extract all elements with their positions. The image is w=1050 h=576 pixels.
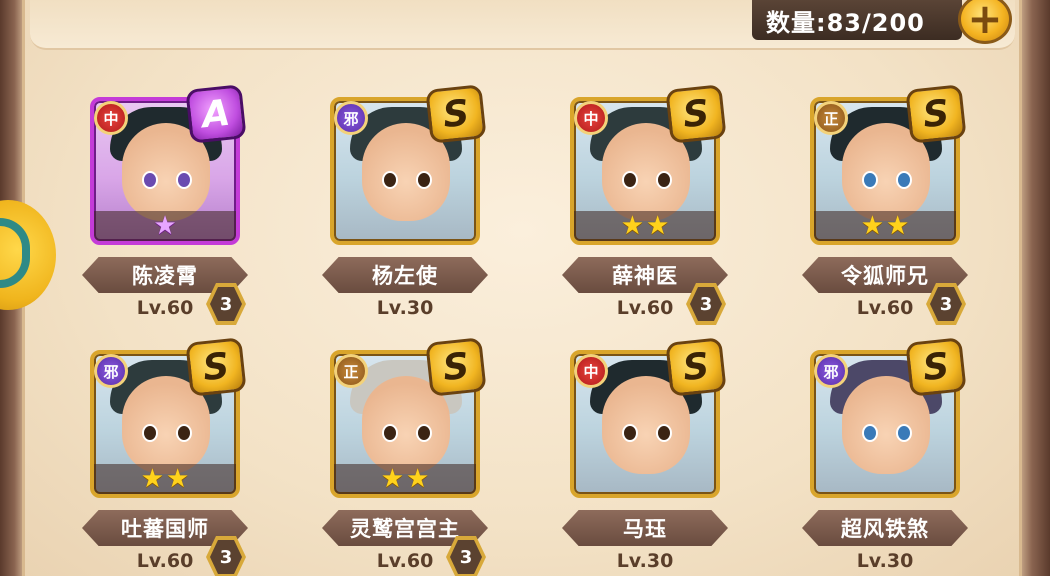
rank-badge: S — [665, 84, 727, 144]
hero-card[interactable]: ★ ★ 正 S 灵鹫宫宫主 Lv.60 3 — [322, 337, 502, 576]
quality-number: 3 — [690, 287, 722, 321]
hero-grid: ★ 中 A 陈凌霄 Lv.60 3 邪 S 杨左使 Lv.30 ★ ★ 中 S 薛神医 Lv.60 3 ★ ★ 正 S 令… — [0, 0, 1050, 576]
hero-eye — [862, 424, 878, 442]
star-icon: ★ — [620, 211, 644, 241]
star-rating: ★ — [94, 211, 236, 241]
hero-level: Lv.60 — [136, 550, 194, 572]
star-icon: ★ — [646, 211, 670, 241]
hero-eye — [416, 171, 432, 189]
star-rating: ★ ★ — [94, 464, 236, 494]
hero-level: Lv.30 — [376, 297, 434, 319]
hero-eye — [176, 424, 192, 442]
hero-eye — [896, 424, 912, 442]
hero-name: 杨左使 — [322, 257, 488, 293]
hero-eye — [416, 424, 432, 442]
quality-number: 3 — [210, 287, 242, 321]
rank-badge: S — [425, 337, 487, 397]
faction-badge: 邪 — [94, 354, 128, 388]
hero-eye — [622, 424, 638, 442]
hero-eye — [176, 171, 192, 189]
hero-level: Lv.60 — [616, 297, 674, 319]
hero-name: 马珏 — [562, 510, 728, 546]
hero-name: 超风铁煞 — [802, 510, 968, 546]
hero-eye — [862, 171, 878, 189]
faction-badge: 中 — [574, 354, 608, 388]
hero-level: Lv.60 — [136, 297, 194, 319]
faction-badge: 正 — [814, 101, 848, 135]
rank-badge: S — [905, 337, 967, 397]
hero-eye — [142, 171, 158, 189]
hero-eye — [622, 171, 638, 189]
hero-card[interactable]: ★ 中 A 陈凌霄 Lv.60 3 — [82, 84, 262, 337]
star-rating: ★ ★ — [574, 211, 716, 241]
quality-number: 3 — [210, 540, 242, 574]
hero-eye — [896, 171, 912, 189]
faction-badge: 邪 — [814, 354, 848, 388]
hero-card[interactable]: 邪 S 超风铁煞 Lv.30 — [802, 337, 982, 576]
faction-badge: 中 — [94, 101, 128, 135]
star-rating: ★ ★ — [334, 464, 476, 494]
quality-number: 3 — [930, 287, 962, 321]
rank-badge: S — [185, 337, 247, 397]
hero-card[interactable]: ★ ★ 正 S 令狐师兄 Lv.60 3 — [802, 84, 982, 337]
hero-eye — [142, 424, 158, 442]
hero-card[interactable]: ★ ★ 中 S 薛神医 Lv.60 3 — [562, 84, 742, 337]
rank-badge: A — [185, 84, 247, 144]
hero-card[interactable]: 邪 S 杨左使 Lv.30 — [322, 84, 502, 337]
hero-level: Lv.60 — [376, 550, 434, 572]
hero-eye — [656, 424, 672, 442]
hero-card[interactable]: ★ ★ 邪 S 吐蕃国师 Lv.60 3 — [82, 337, 262, 576]
star-rating: ★ ★ — [814, 211, 956, 241]
star-icon: ★ — [140, 464, 164, 494]
hero-eye — [656, 171, 672, 189]
hero-level: Lv.30 — [616, 550, 674, 572]
star-icon: ★ — [166, 464, 190, 494]
star-icon: ★ — [860, 211, 884, 241]
rank-badge: S — [425, 84, 487, 144]
rank-badge: S — [665, 337, 727, 397]
hero-level: Lv.30 — [856, 550, 914, 572]
faction-badge: 正 — [334, 354, 368, 388]
hero-eye — [382, 424, 398, 442]
hero-eye — [382, 171, 398, 189]
rank-badge: S — [905, 84, 967, 144]
star-icon: ★ — [406, 464, 430, 494]
quality-number: 3 — [450, 540, 482, 574]
hero-level: Lv.60 — [856, 297, 914, 319]
faction-badge: 中 — [574, 101, 608, 135]
star-icon: ★ — [886, 211, 910, 241]
star-icon: ★ — [380, 464, 404, 494]
star-icon: ★ — [153, 211, 177, 241]
faction-badge: 邪 — [334, 101, 368, 135]
hero-card[interactable]: 中 S 马珏 Lv.30 — [562, 337, 742, 576]
